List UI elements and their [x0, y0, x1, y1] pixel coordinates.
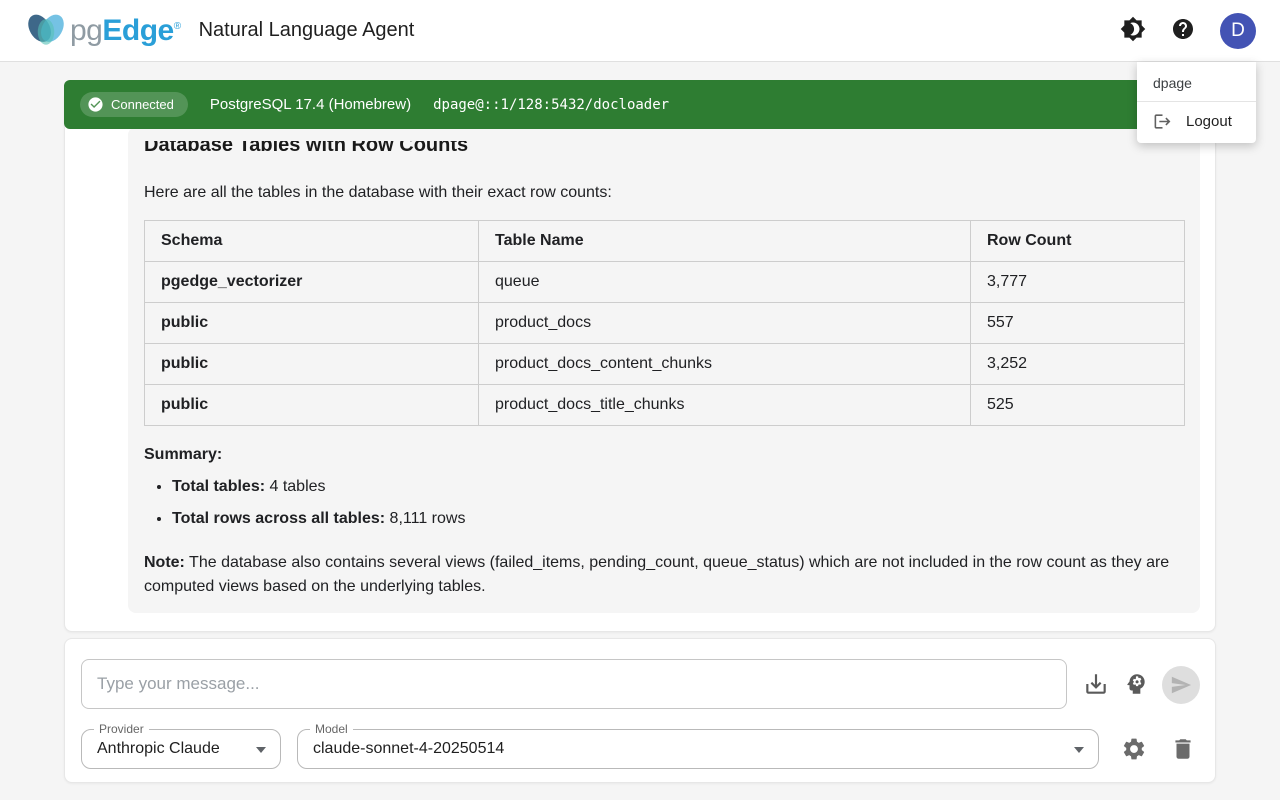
user-menu: dpage Logout [1137, 62, 1256, 143]
app-header: pgEdge® Natural Language Agent D [0, 0, 1280, 62]
table-cell: public [145, 344, 479, 385]
table-cell: product_docs [479, 303, 971, 344]
pgedge-logo: pgEdge® [24, 10, 181, 52]
chevron-down-icon [1074, 747, 1084, 753]
server-version-label: PostgreSQL 17.4 (Homebrew) [210, 96, 411, 113]
settings-button[interactable] [1121, 736, 1147, 762]
summary-bullet: Total tables: 4 tables [172, 476, 1184, 497]
table-cell: 3,777 [971, 262, 1185, 303]
summary-list: Total tables: 4 tables Total rows across … [144, 476, 1184, 529]
download-chat-button[interactable] [1083, 671, 1109, 697]
message-heading: Database Tables with Row Counts [144, 141, 1184, 157]
note-text: The database also contains several views… [144, 554, 1169, 595]
psychology-icon [1123, 684, 1149, 701]
model-select-value: claude-sonnet-4-20250514 [298, 740, 504, 758]
provider-select-label: Provider [94, 722, 149, 736]
trash-icon [1170, 749, 1196, 766]
summary-bullet: Total rows across all tables: 8,111 rows [172, 508, 1184, 529]
note-label: Note: [144, 554, 185, 571]
pgedge-heart-icon [24, 10, 68, 52]
page: pgEdge® Natural Language Agent D [0, 0, 1280, 800]
download-icon [1083, 684, 1109, 701]
provider-select[interactable]: Provider Anthropic Claude [81, 729, 281, 769]
provider-select-value: Anthropic Claude [82, 740, 220, 758]
help-icon [1171, 17, 1195, 46]
table-cell: 3,252 [971, 344, 1185, 385]
theme-toggle-button[interactable] [1120, 18, 1146, 44]
logout-menu-item[interactable]: Logout [1137, 102, 1256, 143]
gear-icon [1121, 749, 1147, 766]
table-cell: product_docs_content_chunks [479, 344, 971, 385]
user-menu-username: dpage [1137, 66, 1256, 101]
clear-chat-button[interactable] [1170, 736, 1196, 762]
connection-status-badge: Connected [80, 92, 188, 117]
table-header-cell: Table Name [479, 221, 971, 262]
message-intro: Here are all the tables in the database … [144, 184, 1184, 202]
table-header-cell: Row Count [971, 221, 1185, 262]
model-select[interactable]: Model claude-sonnet-4-20250514 [297, 729, 1099, 769]
table-cell: 525 [971, 385, 1185, 426]
assistant-message: Database Tables with Row Counts Here are… [128, 127, 1200, 613]
logout-icon [1153, 112, 1172, 131]
connection-string: dpage@::1/128:5432/docloader [433, 97, 669, 113]
pgedge-wordmark: pgEdge® [70, 14, 181, 48]
check-circle-icon [87, 96, 104, 113]
user-avatar[interactable]: D [1220, 13, 1256, 49]
dark-mode-icon [1120, 16, 1146, 47]
connection-status-label: Connected [111, 97, 174, 112]
page-title: Natural Language Agent [199, 19, 415, 42]
connection-banner: Connected PostgreSQL 17.4 (Homebrew) dpa… [64, 80, 1216, 129]
table-header-row: SchemaTable NameRow Count [145, 221, 1185, 262]
table-cell: public [145, 303, 479, 344]
logout-label: Logout [1186, 113, 1232, 130]
message-input[interactable] [81, 659, 1067, 709]
header-actions: D [1120, 0, 1256, 62]
chevron-down-icon [256, 747, 266, 753]
table-row: publicproduct_docs_content_chunks3,252 [145, 344, 1185, 385]
message-heading-clip: Database Tables with Row Counts [144, 141, 1184, 161]
send-button[interactable] [1162, 666, 1200, 704]
send-icon [1170, 674, 1192, 696]
summary-heading: Summary: [144, 446, 1184, 464]
message-note: Note: The database also contains several… [144, 551, 1184, 599]
table-header-cell: Schema [145, 221, 479, 262]
help-button[interactable] [1170, 18, 1196, 44]
table-row: pgedge_vectorizerqueue3,777 [145, 262, 1185, 303]
table-cell: pgedge_vectorizer [145, 262, 479, 303]
table-row: publicproduct_docs_title_chunks525 [145, 385, 1185, 426]
row-counts-table: SchemaTable NameRow Count pgedge_vectori… [144, 220, 1185, 426]
table-body: pgedge_vectorizerqueue3,777publicproduct… [145, 262, 1185, 426]
model-select-label: Model [310, 722, 353, 736]
table-cell: product_docs_title_chunks [479, 385, 971, 426]
table-cell: queue [479, 262, 971, 303]
table-row: publicproduct_docs557 [145, 303, 1185, 344]
composer-panel: Provider Anthropic Claude Model claude-s… [64, 638, 1216, 783]
ai-thinking-button[interactable] [1123, 671, 1149, 697]
table-cell: public [145, 385, 479, 426]
table-cell: 557 [971, 303, 1185, 344]
